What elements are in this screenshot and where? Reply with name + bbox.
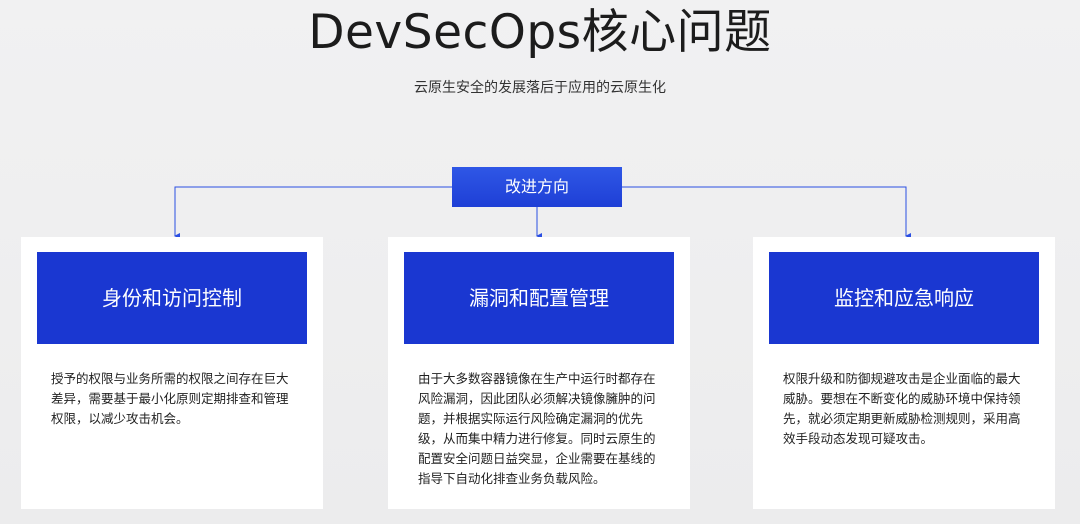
- card-description: 授予的权限与业务所需的权限之间存在巨大差异，需要基于最小化原则定期排查和管理权限…: [51, 371, 289, 426]
- connector-line-left: [174, 186, 452, 239]
- card-monitoring-response: 监控和应急响应 权限升级和防御规避攻击是企业面临的最大威胁。要想在不断变化的威胁…: [753, 237, 1055, 509]
- card-title: 身份和访问控制: [37, 252, 307, 344]
- card-vulnerability-config: 漏洞和配置管理 由于大多数容器镜像在生产中运行时都存在风险漏洞，因此团队必须解决…: [388, 237, 690, 509]
- card-title: 漏洞和配置管理: [404, 252, 674, 344]
- card-description: 权限升级和防御规避攻击是企业面临的最大威胁。要想在不断变化的威胁环境中保持领先，…: [783, 371, 1021, 446]
- card-title: 监控和应急响应: [769, 252, 1039, 344]
- center-node: 改进方向: [452, 167, 622, 207]
- card-identity-access: 身份和访问控制 授予的权限与业务所需的权限之间存在巨大差异，需要基于最小化原则定…: [21, 237, 323, 509]
- connector-line-right: [622, 186, 911, 239]
- card-description: 由于大多数容器镜像在生产中运行时都存在风险漏洞，因此团队必须解决镜像臃肿的问题，…: [418, 371, 656, 486]
